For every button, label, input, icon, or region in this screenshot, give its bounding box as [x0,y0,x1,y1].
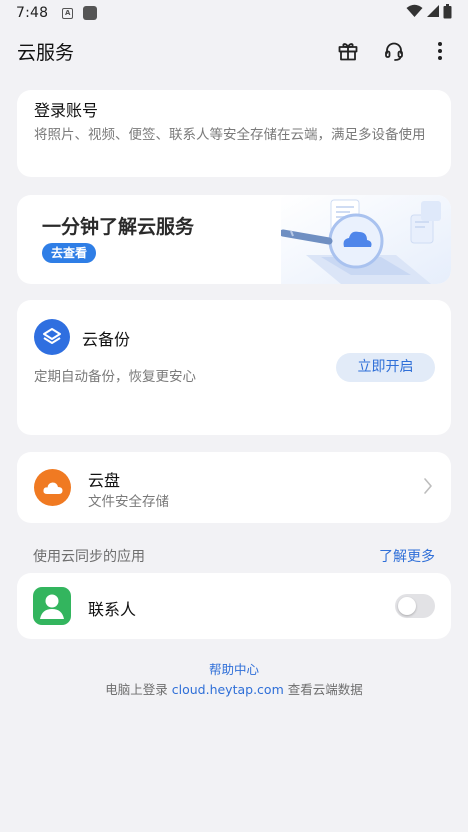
status-bar: 7:48 A [0,0,468,26]
view-button[interactable]: 去查看 [42,243,97,263]
sync-apps-header: 使用云同步的应用 了解更多 [17,544,451,568]
help-center-link[interactable]: 帮助中心 [0,661,468,679]
layers-icon [34,319,70,355]
contacts-title: 联系人 [88,600,137,619]
cloud-url-link[interactable]: cloud.heytap.com [172,682,284,697]
person-icon [33,587,71,625]
a-app-icon: A [62,7,74,19]
drive-title: 云盘 [88,471,121,490]
app-bar: 云服务 [0,30,468,72]
backup-description: 定期自动备份，恢复更安心 [34,369,196,385]
chevron-right-icon [423,477,433,499]
footer: 帮助中心 电脑上登录 cloud.heytap.com 查看云端数据 [0,661,468,699]
section-title: 使用云同步的应用 [33,549,145,565]
contacts-sync-toggle[interactable] [395,594,435,618]
status-indicators [406,3,452,23]
pc-login-suffix: 查看云端数据 [283,682,363,697]
pc-login-prefix: 电脑上登录 [105,682,172,697]
login-card[interactable]: 登录账号 将照片、视频、便签、联系人等安全存储在云端，满足多设备使用 [17,90,451,177]
app-square-icon [83,6,98,20]
cellular-signal-icon [426,4,440,22]
app-bar-actions [337,40,451,62]
enable-backup-button[interactable]: 立即开启 [336,353,435,382]
drive-description: 文件安全存储 [88,494,169,510]
banner-title: 一分钟了解云服务 [42,216,195,238]
status-time: 7:48 [16,5,49,21]
intro-banner[interactable]: 一分钟了解云服务 去查看 [17,195,451,284]
wifi-icon [406,4,423,22]
cloud-drive-card[interactable]: 云盘 文件安全存储 [17,452,451,523]
login-description: 将照片、视频、便签、联系人等安全存储在云端，满足多设备使用 [34,127,426,143]
magnifier-cloud-illustration [281,195,451,284]
learn-more-link[interactable]: 了解更多 [379,546,435,566]
cloud-icon [34,469,71,506]
headset-icon[interactable] [383,40,405,62]
gift-icon[interactable] [337,40,359,62]
page-title: 云服务 [17,41,75,64]
contacts-sync-row[interactable]: 联系人 [17,573,451,639]
toggle-knob [398,597,416,615]
cloud-backup-card[interactable]: 云备份 定期自动备份，恢复更安心 立即开启 [17,300,451,435]
battery-icon [443,3,452,23]
pc-login-hint: 电脑上登录 cloud.heytap.com 查看云端数据 [0,681,468,699]
backup-title: 云备份 [82,330,131,349]
login-title: 登录账号 [34,101,99,120]
more-vertical-icon[interactable] [429,40,451,62]
